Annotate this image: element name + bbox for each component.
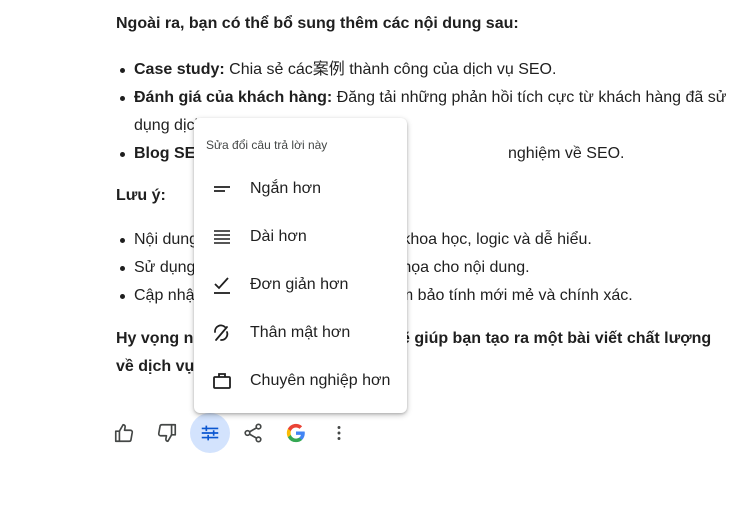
menu-item-simpler[interactable]: Đơn giản hơn <box>194 263 407 307</box>
menu-item-more-professional[interactable]: Chuyên nghiệp hơn <box>194 359 407 403</box>
google-search-button[interactable] <box>276 413 316 453</box>
google-icon <box>286 423 305 443</box>
response-actions-toolbar <box>104 412 362 454</box>
thumbs-up-button[interactable] <box>104 413 144 453</box>
briefcase-icon <box>211 370 233 392</box>
menu-item-shorter[interactable]: Ngắn hơn <box>194 167 407 211</box>
tune-icon <box>201 425 219 441</box>
thumbs-down-button[interactable] <box>147 413 187 453</box>
modify-response-menu: Sửa đổi câu trả lời này Ngắn hơn Dài hơn… <box>194 118 407 413</box>
more-options-button[interactable] <box>319 413 359 453</box>
more-vert-icon <box>337 426 341 440</box>
share-button[interactable] <box>233 413 273 453</box>
menu-item-more-casual[interactable]: Thân mật hơn <box>194 311 407 355</box>
intro-text: Ngoài ra, bạn có thể bổ sung thêm các nộ… <box>116 15 519 32</box>
casual-icon <box>211 322 233 344</box>
modify-response-button[interactable] <box>190 413 230 453</box>
note-heading: Lưu ý: <box>116 187 166 204</box>
check-simplify-icon <box>211 274 233 296</box>
list-item: Case study: Chia sẻ các案例 thành công của… <box>116 56 736 84</box>
menu-title: Sửa đổi câu trả lời này <box>206 138 328 152</box>
thumbs-up-icon <box>114 423 134 443</box>
share-icon <box>244 423 262 443</box>
menu-item-longer[interactable]: Dài hơn <box>194 215 407 259</box>
long-text-icon <box>211 226 233 248</box>
short-text-icon <box>211 178 233 200</box>
thumbs-down-icon <box>157 423 177 443</box>
